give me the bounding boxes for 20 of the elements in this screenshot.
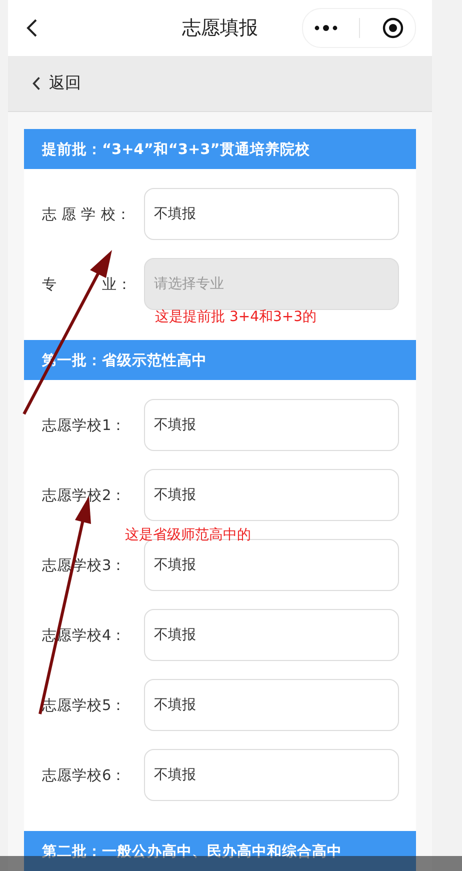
close-icon[interactable] (382, 16, 404, 39)
back-link[interactable]: 返回 (32, 72, 81, 94)
back-icon[interactable] (26, 18, 38, 38)
input-field[interactable]: 不填报 (144, 679, 399, 731)
page-title: 志愿填报 (182, 16, 258, 41)
input-field[interactable]: 不填报 (144, 749, 399, 801)
section-header: 提前批：“3+4”和“3+3”贯通培养院校 (24, 129, 416, 169)
annotation-text: 这是提前批 3+4和3+3的 (155, 308, 317, 326)
section-header: 第二批：一般公办高中、民办高中和综合高中 (24, 831, 416, 871)
input-field[interactable]: 不填报 (144, 469, 399, 521)
field-label: 志愿学校6： (42, 766, 128, 784)
field-label: 志愿学校1： (42, 416, 128, 434)
input-field[interactable]: 不填报 (144, 188, 399, 240)
field-label: 专 业： (42, 276, 133, 294)
input-field[interactable]: 不填报 (144, 609, 399, 661)
input-field[interactable]: 不填报 (144, 399, 399, 451)
more-icon[interactable] (314, 24, 338, 32)
back-icon (32, 76, 41, 91)
field-label: 志 愿 学 校： (42, 206, 132, 224)
field-label: 志愿学校2： (42, 486, 128, 504)
